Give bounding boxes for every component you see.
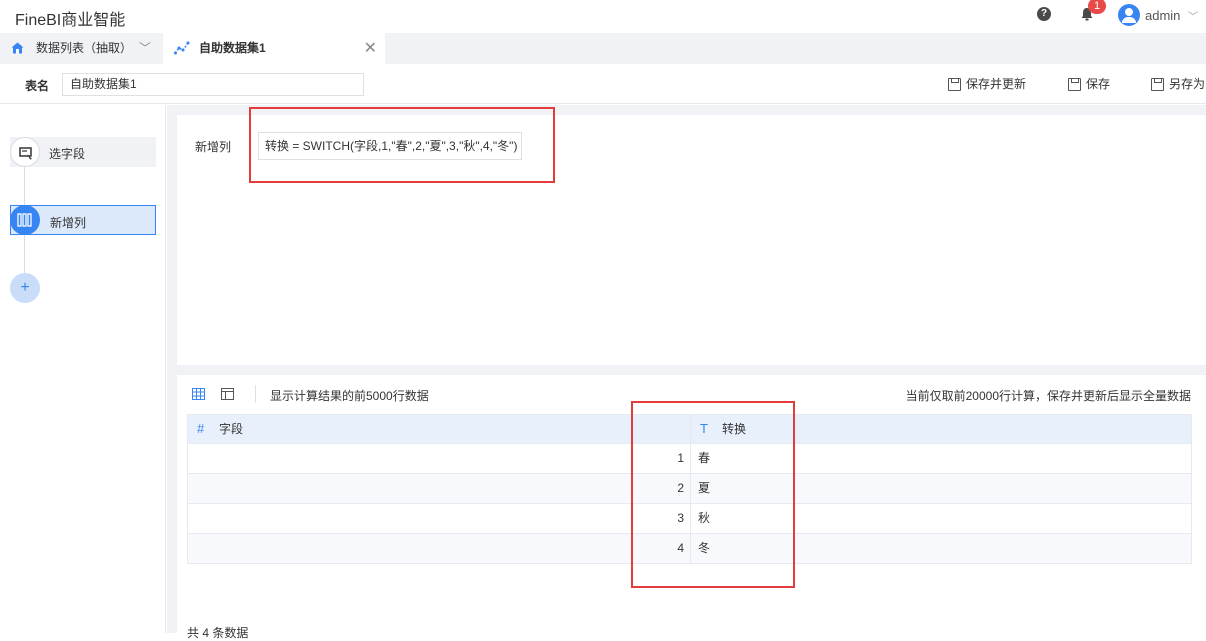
step-label: 选字段 [49,147,86,161]
app-title: FineBI商业智能 [15,12,126,29]
dataset-icon [174,41,190,55]
step-select-fields[interactable]: 选字段 [10,137,156,167]
table-cell: 3 [677,511,684,525]
user-name[interactable]: admin [1145,8,1180,23]
save-icon [1151,78,1164,91]
tab-data-list[interactable]: 数据列表（抽取） ﹀ [0,33,162,64]
chevron-down-icon[interactable]: ﹀ [139,33,151,64]
save-as-button[interactable]: 另存为 [1151,76,1205,94]
columns-icon [10,205,40,235]
step-label: 新增列 [50,216,87,230]
preview-hint: 当前仅取前20000行计算，保存并更新后显示全量数据 [905,389,1191,403]
table-name-input[interactable]: 自助数据集1 [62,73,364,96]
layout-icon[interactable] [221,388,234,400]
preview-description: 显示计算结果的前5000行数据 [270,389,429,403]
highlight-box-column [631,401,795,588]
steps-panel: 选字段 新增列 + [0,105,166,633]
new-column-label: 新增列 [195,140,232,154]
table-name-bar: 表名 自助数据集1 保存并更新 保存 另存为 [0,64,1206,104]
notification-badge[interactable]: 1 [1088,0,1106,14]
table-cell: 2 [677,481,684,495]
tab-dataset[interactable]: 自助数据集1 ✕ [163,33,385,64]
tab-label: 数据列表（抽取） [36,41,133,55]
step-new-column[interactable]: 新增列 [10,205,156,235]
table-cell: 1 [677,451,684,465]
tab-label: 自助数据集1 [199,41,266,55]
divider [255,385,256,403]
column-header-field[interactable]: # 字段 [188,415,690,443]
tab-bar: 数据列表（抽取） ﹀ 自助数据集1 ✕ [0,33,1206,64]
save-button[interactable]: 保存 [1068,76,1110,94]
highlight-box-formula [249,107,555,183]
table-name-label: 表名 [25,79,50,93]
table-cell: 4 [677,541,684,555]
avatar-icon[interactable] [1118,4,1140,26]
top-bar: FineBI商业智能 ? 1 admin ﹀ [0,0,1206,32]
chevron-down-icon[interactable]: ﹀ [1188,8,1198,23]
save-icon [948,78,961,91]
save-icon [1068,78,1081,91]
home-icon [11,42,24,54]
field-select-icon [10,137,40,167]
save-and-update-button[interactable]: 保存并更新 [948,76,1026,94]
help-icon[interactable]: ? [1037,7,1051,21]
plus-icon[interactable]: + [10,273,40,303]
grid-icon[interactable] [192,388,205,400]
number-type-icon: # [197,421,205,436]
close-icon[interactable]: ✕ [364,33,377,64]
